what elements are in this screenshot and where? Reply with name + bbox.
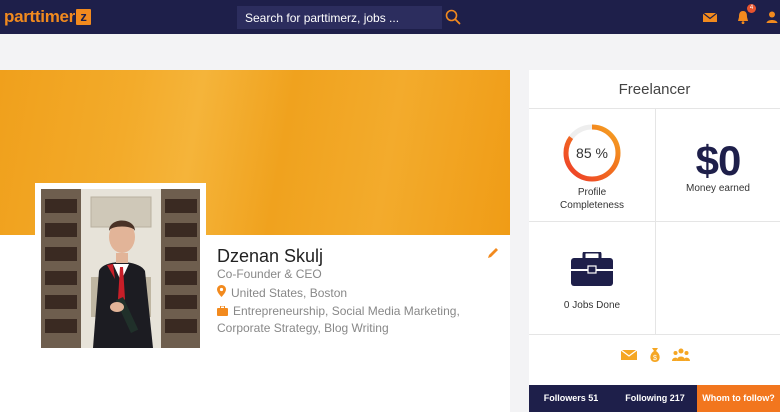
profile-actions: $ xyxy=(529,346,780,364)
skills-text: Entrepreneurship, Social Media Marketing… xyxy=(217,304,460,335)
mail-icon[interactable] xyxy=(702,8,720,26)
completeness-caption-line-2: Completeness xyxy=(560,200,624,211)
divider xyxy=(529,334,780,335)
freelancer-stats-panel: Freelancer 85 % Profile Completeness $0 … xyxy=(529,70,780,412)
completeness-caption-line-1: Profile xyxy=(577,187,607,198)
logo[interactable]: parttimer z xyxy=(4,7,91,27)
follow-bar: Followers 51 Following 217 Whom to follo… xyxy=(529,385,780,412)
logo-text: parttimer xyxy=(4,7,75,26)
group-icon[interactable] xyxy=(671,346,690,364)
jobs-done-caption: 0 Jobs Done xyxy=(563,300,621,311)
completeness-caption: Profile Completeness xyxy=(542,186,642,212)
completeness-value: 85 % xyxy=(576,145,608,161)
money-earned-caption: Money earned xyxy=(686,183,750,194)
following-button[interactable]: Following 217 xyxy=(613,385,697,412)
money-bag-icon[interactable]: $ xyxy=(646,346,664,364)
briefcase-icon xyxy=(571,250,613,286)
profile-card: Dzenan Skulj Co-Founder & CEO United Sta… xyxy=(0,70,510,412)
notification-badge: 4 xyxy=(747,4,756,13)
location-text: United States, Boston xyxy=(231,285,348,300)
top-nav: parttimer z Search for parttimerz, jobs .… xyxy=(0,0,780,34)
profile-photo[interactable] xyxy=(35,183,206,354)
search-input[interactable]: Search for parttimerz, jobs ... xyxy=(237,6,442,29)
profile-name: Dzenan Skulj xyxy=(217,246,324,266)
money-earned-value: $0 xyxy=(695,137,742,184)
bell-icon[interactable]: 4 xyxy=(735,4,756,26)
svg-text:$: $ xyxy=(653,355,657,362)
location-pin-icon xyxy=(217,285,226,300)
briefcase-icon xyxy=(217,304,228,320)
logo-badge: z xyxy=(76,9,91,25)
mail-icon[interactable] xyxy=(620,346,638,364)
edit-pencil-icon[interactable] xyxy=(486,246,500,260)
profile-location: United States, Boston xyxy=(217,285,347,300)
panel-title: Freelancer xyxy=(529,70,780,109)
profile-role: Co-Founder & CEO xyxy=(217,267,322,281)
user-icon[interactable] xyxy=(764,8,780,26)
whom-to-follow-button[interactable]: Whom to follow? xyxy=(697,385,780,412)
profile-photo-image xyxy=(41,189,200,348)
followers-button[interactable]: Followers 51 xyxy=(529,385,613,412)
search-placeholder: Search for parttimerz, jobs ... xyxy=(245,11,400,25)
divider xyxy=(529,221,780,222)
profile-skills: Entrepreneurship, Social Media Marketing… xyxy=(217,303,502,336)
search-icon[interactable] xyxy=(444,8,462,26)
